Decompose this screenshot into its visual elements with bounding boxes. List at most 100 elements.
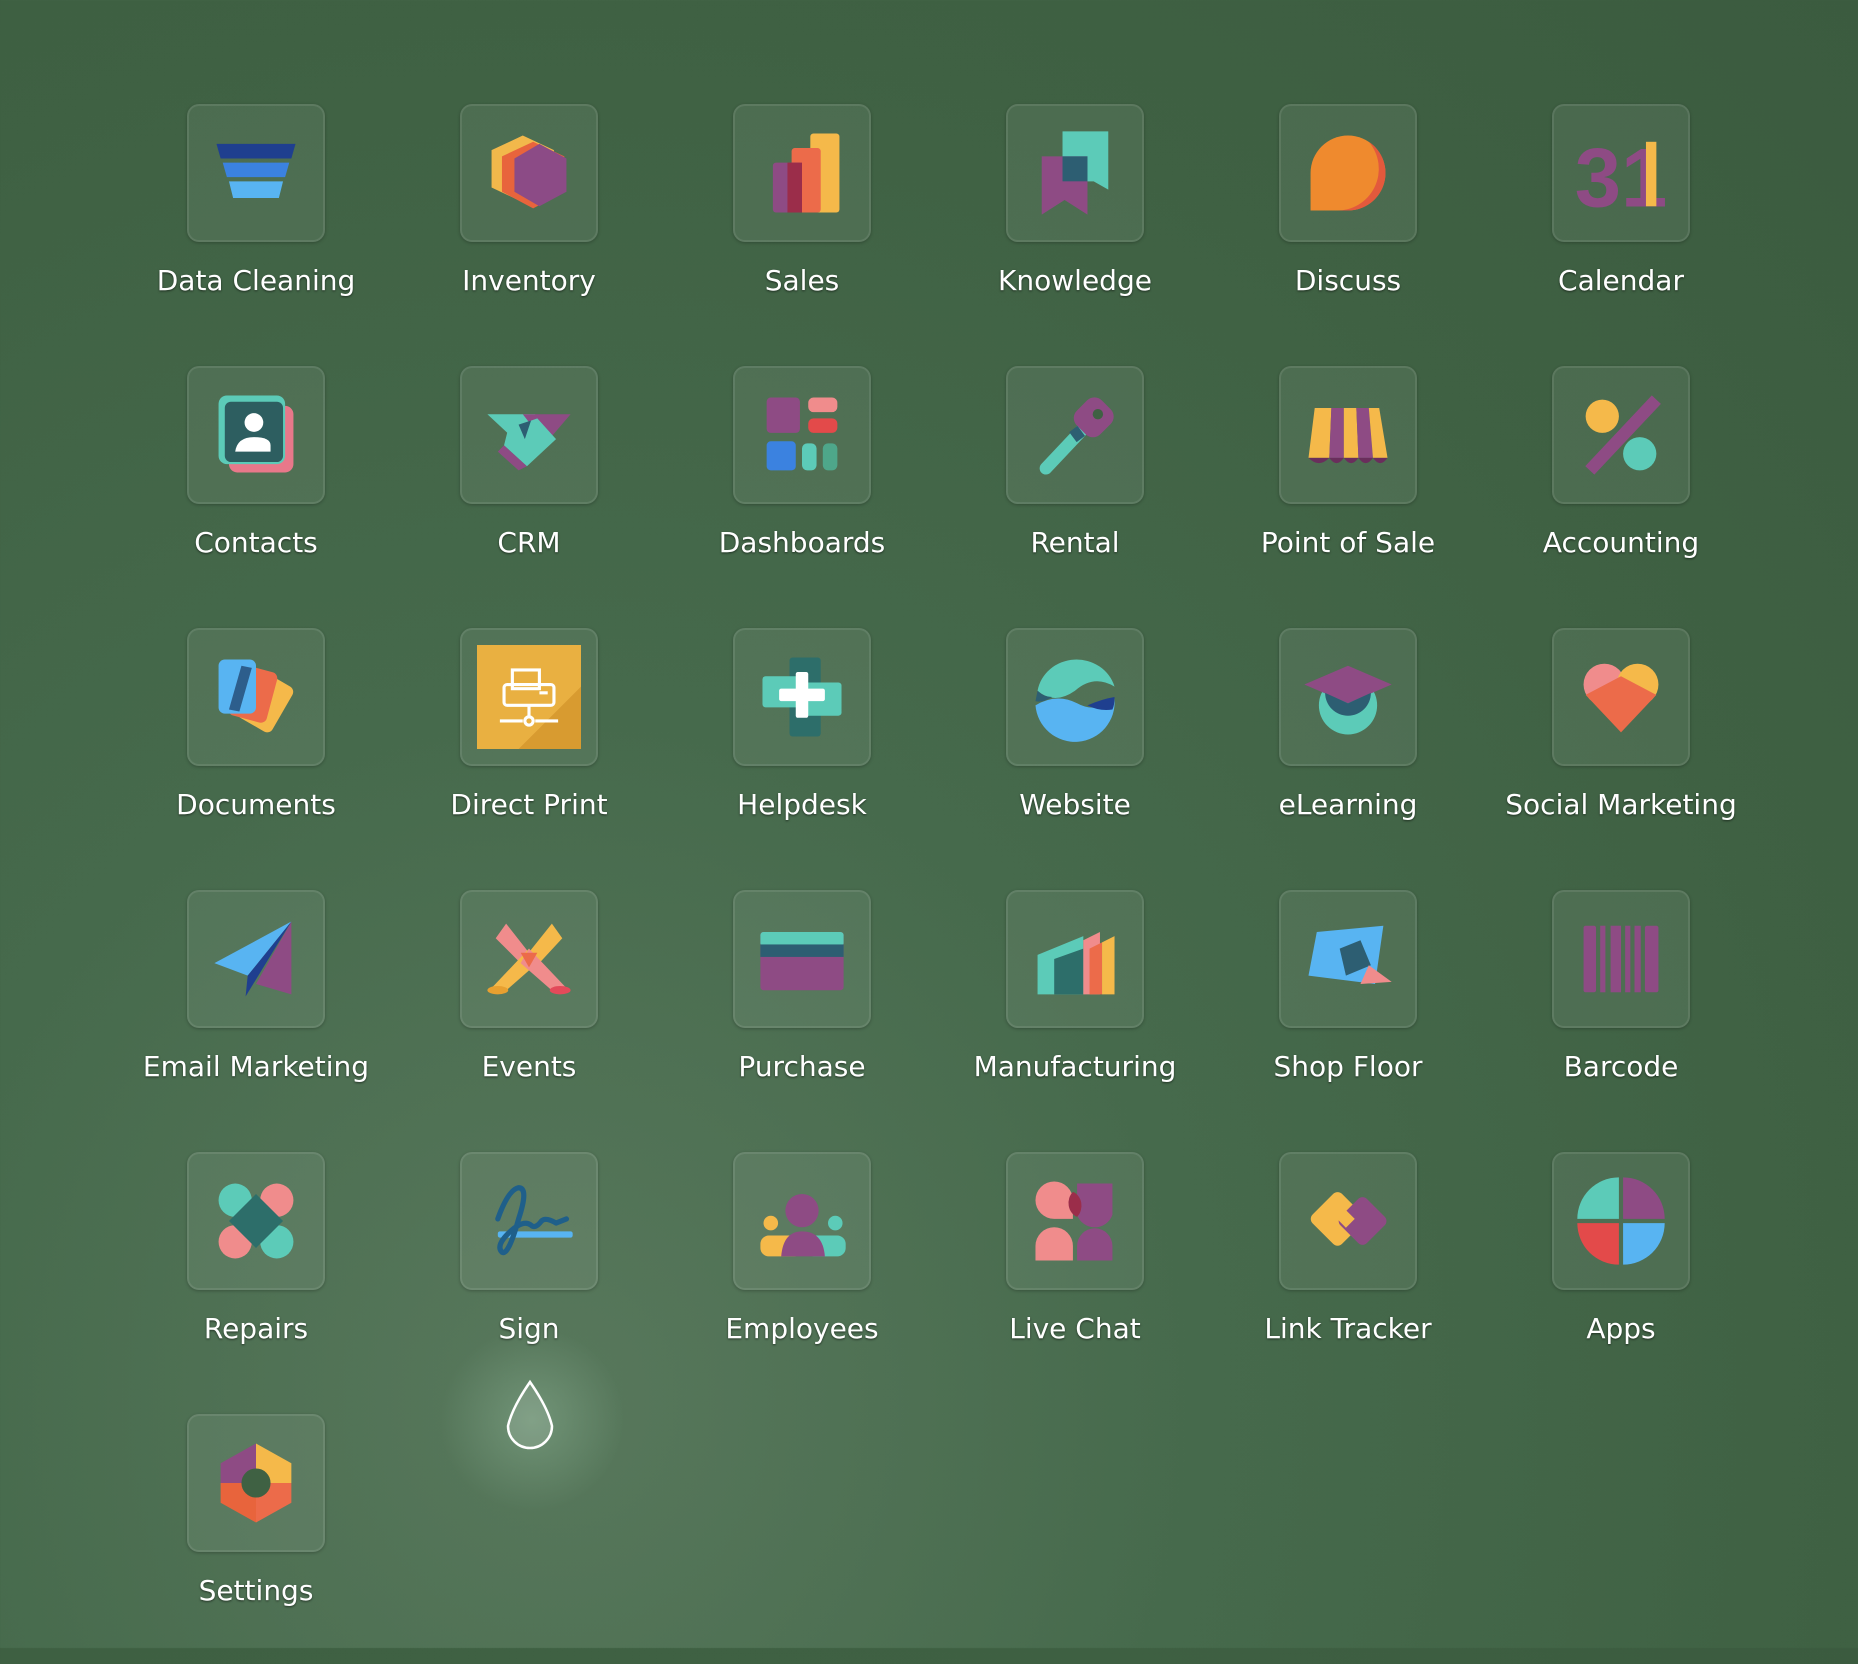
shop-floor-tile[interactable] <box>1279 890 1417 1028</box>
app-accounting[interactable]: Accounting <box>1485 366 1757 616</box>
app-label: Data Cleaning <box>156 264 356 297</box>
app-events[interactable]: Events <box>393 890 665 1140</box>
employees-tile[interactable] <box>733 1152 871 1290</box>
app-point-of-sale[interactable]: Point of Sale <box>1212 366 1484 616</box>
app-label: Manufacturing <box>973 1050 1177 1083</box>
app-live-chat[interactable]: Live Chat <box>939 1152 1211 1402</box>
app-helpdesk[interactable]: Helpdesk <box>666 628 938 878</box>
app-elearning[interactable]: eLearning <box>1212 628 1484 878</box>
documents-tile[interactable] <box>187 628 325 766</box>
app-label: Purchase <box>738 1050 866 1083</box>
data-cleaning-icon <box>216 143 296 198</box>
sales-tile[interactable] <box>733 104 871 242</box>
crm-tile[interactable] <box>460 366 598 504</box>
documents-icon <box>218 659 294 733</box>
app-data-cleaning[interactable]: Data Cleaning <box>120 104 392 354</box>
app-employees[interactable]: Employees <box>666 1152 938 1402</box>
email-marketing-tile[interactable] <box>187 890 325 1028</box>
repairs-icon <box>218 1183 294 1259</box>
knowledge-tile[interactable] <box>1006 104 1144 242</box>
app-label: Apps <box>1586 1312 1656 1345</box>
events-icon <box>487 923 571 995</box>
manufacturing-icon <box>1037 931 1115 995</box>
app-label: Point of Sale <box>1260 526 1436 559</box>
app-knowledge[interactable]: Knowledge <box>939 104 1211 354</box>
website-tile[interactable] <box>1006 628 1144 766</box>
data-cleaning-tile[interactable] <box>187 104 325 242</box>
app-label: Direct Print <box>450 788 608 821</box>
app-shop-floor[interactable]: Shop Floor <box>1212 890 1484 1140</box>
direct-print-icon <box>477 645 581 749</box>
app-contacts[interactable]: Contacts <box>120 366 392 616</box>
repairs-tile[interactable] <box>187 1152 325 1290</box>
sign-icon <box>495 1185 573 1256</box>
app-label: Dashboards <box>718 526 886 559</box>
app-crm[interactable]: CRM <box>393 366 665 616</box>
app-calendar[interactable]: 31 Calendar <box>1485 104 1757 354</box>
app-website[interactable]: Website <box>939 628 1211 878</box>
app-label: Repairs <box>203 1312 309 1345</box>
app-discuss[interactable]: Discuss <box>1212 104 1484 354</box>
app-label: Calendar <box>1558 264 1684 297</box>
email-marketing-icon <box>214 921 292 997</box>
manufacturing-tile[interactable] <box>1006 890 1144 1028</box>
app-link-tracker[interactable]: Link Tracker <box>1212 1152 1484 1402</box>
calendar-tile[interactable]: 31 <box>1552 104 1690 242</box>
direct-print-tile[interactable] <box>460 628 598 766</box>
app-dashboards[interactable]: Dashboards <box>666 366 938 616</box>
barcode-tile[interactable] <box>1552 890 1690 1028</box>
employees-icon <box>760 1193 846 1257</box>
app-settings[interactable]: Settings <box>120 1414 392 1664</box>
website-icon <box>1035 659 1115 742</box>
app-inventory[interactable]: Inventory <box>393 104 665 354</box>
app-repairs[interactable]: Repairs <box>120 1152 392 1402</box>
app-manufacturing[interactable]: Manufacturing <box>939 890 1211 1140</box>
point-of-sale-tile[interactable] <box>1279 366 1417 504</box>
app-social-marketing[interactable]: Social Marketing <box>1485 628 1757 878</box>
discuss-tile[interactable] <box>1279 104 1417 242</box>
apps-icon <box>1577 1177 1665 1265</box>
helpdesk-tile[interactable] <box>733 628 871 766</box>
app-label: Documents <box>176 788 336 821</box>
link-tracker-tile[interactable] <box>1279 1152 1417 1290</box>
live-chat-tile[interactable] <box>1006 1152 1144 1290</box>
app-sales[interactable]: Sales <box>666 104 938 354</box>
social-marketing-icon <box>1583 663 1659 733</box>
app-label: Knowledge <box>998 264 1152 297</box>
app-purchase[interactable]: Purchase <box>666 890 938 1140</box>
events-tile[interactable] <box>460 890 598 1028</box>
app-label: Settings <box>198 1574 314 1607</box>
app-label: Events <box>481 1050 577 1083</box>
helpdesk-icon <box>762 657 842 737</box>
app-label: Live Chat <box>1009 1312 1141 1345</box>
accounting-tile[interactable] <box>1552 366 1690 504</box>
app-barcode[interactable]: Barcode <box>1485 890 1757 1140</box>
knowledge-icon <box>1041 131 1109 215</box>
dashboards-tile[interactable] <box>733 366 871 504</box>
elearning-tile[interactable] <box>1279 628 1417 766</box>
social-marketing-tile[interactable] <box>1552 628 1690 766</box>
app-label: Accounting <box>1542 526 1700 559</box>
app-label: Social Marketing <box>1505 788 1737 821</box>
sign-tile[interactable] <box>460 1152 598 1290</box>
rental-tile[interactable] <box>1006 366 1144 504</box>
contacts-tile[interactable] <box>187 366 325 504</box>
app-rental[interactable]: Rental <box>939 366 1211 616</box>
app-label: Link Tracker <box>1264 1312 1432 1345</box>
app-label: CRM <box>497 526 561 559</box>
inventory-icon <box>491 135 567 209</box>
purchase-tile[interactable] <box>733 890 871 1028</box>
app-email-marketing[interactable]: Email Marketing <box>120 890 392 1140</box>
settings-tile[interactable] <box>187 1414 325 1552</box>
app-apps[interactable]: Apps <box>1485 1152 1757 1402</box>
link-tracker-icon <box>1310 1192 1387 1246</box>
app-label: Inventory <box>462 264 596 297</box>
point-of-sale-icon <box>1308 407 1388 464</box>
app-label: eLearning <box>1278 788 1418 821</box>
purchase-icon <box>760 931 844 991</box>
app-documents[interactable]: Documents <box>120 628 392 878</box>
app-label: Sales <box>764 264 840 297</box>
inventory-tile[interactable] <box>460 104 598 242</box>
app-direct-print[interactable]: Direct Print <box>393 628 665 878</box>
apps-tile[interactable] <box>1552 1152 1690 1290</box>
